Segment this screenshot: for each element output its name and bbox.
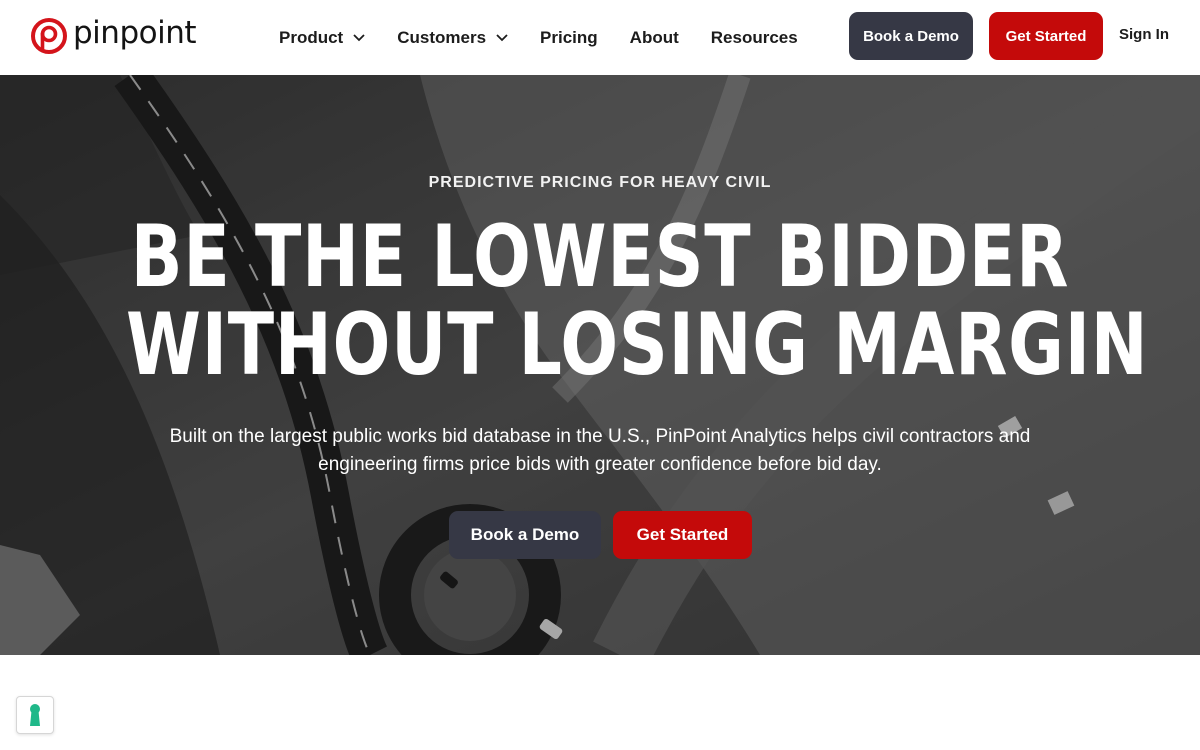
site-header: pinpoint Product Customers Pricing About… — [0, 0, 1200, 75]
chevron-down-icon — [496, 33, 508, 41]
nav-item-pricing[interactable]: Pricing — [540, 28, 598, 48]
keyhole-icon — [30, 704, 40, 726]
hero-book-demo-button[interactable]: Book a Demo — [449, 511, 601, 559]
hero-get-started-button[interactable]: Get Started — [613, 511, 752, 559]
header-book-demo-button[interactable]: Book a Demo — [849, 12, 973, 60]
header-get-started-button[interactable]: Get Started — [989, 12, 1103, 60]
nav-item-about[interactable]: About — [630, 28, 679, 48]
hero-eyebrow: PREDICTIVE PRICING FOR HEAVY CIVIL — [428, 174, 772, 191]
hero-subtext: Built on the largest public works bid da… — [169, 426, 1031, 475]
cookie-settings-button[interactable] — [16, 696, 54, 734]
sign-in-link[interactable]: Sign In — [1119, 26, 1169, 43]
nav-item-label: Pricing — [540, 27, 598, 47]
chevron-down-icon — [353, 33, 365, 41]
nav-item-label: Customers — [397, 27, 487, 47]
hero-headline-line-1: BE THE LOWEST BIDDER — [130, 207, 1070, 307]
logo-wordmark: pinpoint — [73, 15, 197, 51]
nav-item-label: Product — [279, 27, 344, 47]
main-nav: Product Customers Pricing About Resource… — [279, 0, 798, 75]
nav-item-resources[interactable]: Resources — [711, 28, 798, 48]
nav-item-product[interactable]: Product — [279, 28, 365, 48]
pinpoint-logo[interactable]: pinpoint — [31, 15, 197, 54]
pinpoint-p-logo-icon — [31, 18, 67, 54]
nav-item-customers[interactable]: Customers — [397, 28, 508, 48]
nav-item-label: About — [629, 27, 679, 47]
nav-item-label: Resources — [710, 27, 798, 47]
hero-section: PREDICTIVE PRICING FOR HEAVY CIVIL BE TH… — [0, 75, 1200, 655]
hero-headline: BE THE LOWEST BIDDER WITHOUT LOSING MARG… — [0, 213, 1200, 389]
hero-headline-line-2: WITHOUT LOSING MARGIN — [126, 295, 1149, 395]
